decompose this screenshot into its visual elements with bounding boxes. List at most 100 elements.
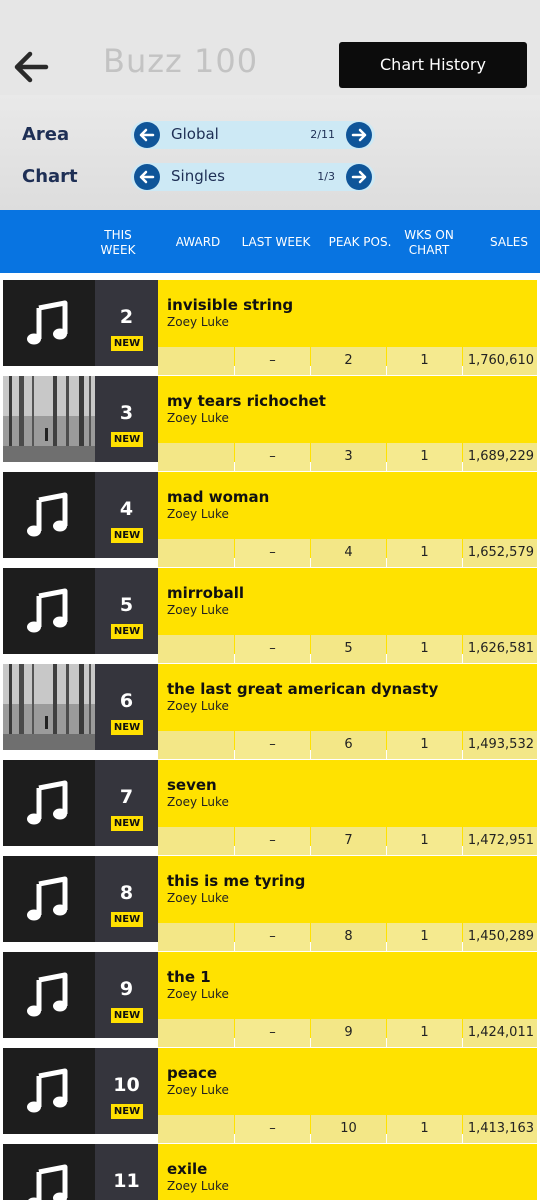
chart-next-button[interactable]	[346, 164, 372, 190]
song-title: exile	[167, 1160, 208, 1178]
rank-number: 4	[119, 498, 134, 520]
col-weeks-on-chart: WKS ON CHART	[396, 228, 462, 258]
rank-number: 8	[119, 882, 134, 904]
album-art[interactable]	[3, 1144, 95, 1200]
back-button[interactable]	[10, 45, 54, 89]
rank-number: 7	[119, 786, 134, 808]
music-note-icon	[27, 492, 68, 537]
award-cell	[158, 827, 234, 855]
arrow-right-icon	[351, 170, 367, 184]
last-week-cell: –	[235, 347, 310, 375]
song-info[interactable]: mirroball Zoey Luke –5 1 1,626,581	[158, 568, 537, 663]
col-last-week: LAST WEEK	[241, 235, 311, 249]
song-artist: Zoey Luke	[167, 315, 229, 329]
chart-row[interactable]: 2 NEW invisible string Zoey Luke –2 1 1,760,61…	[3, 280, 537, 375]
weeks-cell: 1	[387, 731, 462, 759]
album-art[interactable]	[3, 856, 95, 942]
chart-row[interactable]: 8 NEW this is me tyring Zoey Luke –8 1 1,450,2…	[3, 856, 537, 951]
song-info[interactable]: mad woman Zoey Luke –4 1 1,652,579	[158, 472, 537, 567]
album-art[interactable]	[3, 568, 95, 654]
new-badge: NEW	[111, 528, 143, 543]
album-art[interactable]	[3, 1048, 95, 1134]
sales-cell: 1,424,011	[463, 1019, 537, 1047]
peak-cell: 9	[311, 1019, 386, 1047]
sales-cell: 1,493,532	[463, 731, 537, 759]
peak-cell: 10	[311, 1115, 386, 1143]
chart-history-button[interactable]: Chart History	[339, 42, 527, 88]
rank-number: 2	[119, 306, 134, 328]
col-this-week-line2: WEEK	[100, 243, 136, 257]
last-week-cell: –	[235, 635, 310, 663]
new-badge: NEW	[111, 336, 143, 351]
chart-label: Chart	[22, 166, 78, 187]
stats-row: –2 1 1,760,610	[158, 347, 537, 375]
chart-row[interactable]: 4 NEW mad woman Zoey Luke –4 1 1,652,579	[3, 472, 537, 567]
chart-row[interactable]: 9 NEW the 1 Zoey Luke –9 1 1,424,011	[3, 952, 537, 1047]
award-cell	[158, 443, 234, 471]
peak-cell: 2	[311, 347, 386, 375]
area-prev-button[interactable]	[134, 122, 160, 148]
song-artist: Zoey Luke	[167, 603, 229, 617]
new-badge: NEW	[111, 1008, 143, 1023]
col-weeks-line1: WKS ON	[404, 228, 454, 242]
rank-box: 11NEW	[95, 1144, 158, 1200]
chart-row[interactable]: 5 NEW mirroball Zoey Luke –5 1 1,626,581	[3, 568, 537, 663]
music-note-icon	[27, 876, 68, 921]
sales-cell: 1,413,163	[463, 1115, 537, 1143]
chart-row[interactable]: 7 NEW seven Zoey Luke –7 1 1,472,951	[3, 760, 537, 855]
chart-row[interactable]: 3 NEW my tears richochet Zoey Luke –3 1 1,689,…	[3, 376, 537, 471]
music-note-icon	[28, 1164, 68, 1200]
last-week-cell: –	[235, 731, 310, 759]
song-title: the 1	[167, 968, 211, 986]
song-info[interactable]: the last great american dynasty Zoey Luke…	[158, 664, 537, 759]
chart-prev-button[interactable]	[134, 164, 160, 190]
sales-cell: 1,760,610	[463, 347, 537, 375]
album-art[interactable]	[3, 376, 95, 462]
award-cell	[158, 539, 234, 567]
last-week-cell: –	[235, 1115, 310, 1143]
album-art[interactable]	[3, 664, 95, 750]
stats-row: –8 1 1,450,289	[158, 923, 537, 951]
weeks-cell: 1	[387, 923, 462, 951]
album-art[interactable]	[3, 472, 95, 558]
rank-number: 10	[113, 1074, 140, 1096]
rank-number: 11	[113, 1170, 140, 1192]
song-artist: Zoey Luke	[167, 987, 229, 1001]
chart-row[interactable]: 10 NEW peace Zoey Luke –10 1 1,413,163	[3, 1048, 537, 1143]
peak-cell: 6	[311, 731, 386, 759]
song-info[interactable]: seven Zoey Luke –7 1 1,472,951	[158, 760, 537, 855]
chart-count: 1/3	[317, 170, 335, 183]
song-info[interactable]: this is me tyring Zoey Luke –8 1 1,450,289	[158, 856, 537, 951]
song-info[interactable]: exile Zoey Luke	[158, 1144, 537, 1200]
album-art[interactable]	[3, 280, 95, 366]
top-bar: Buzz 100 Chart History	[0, 0, 540, 95]
song-info[interactable]: invisible string Zoey Luke –2 1 1,760,610	[158, 280, 537, 375]
music-note-icon	[27, 780, 68, 825]
rank-box: 6 NEW	[95, 664, 158, 750]
chart-row[interactable]: 6 NEW the last great american dynasty Zoey …	[3, 664, 537, 759]
song-title: my tears richochet	[167, 392, 326, 410]
album-cover-photo	[3, 664, 95, 750]
song-info[interactable]: peace Zoey Luke –10 1 1,413,163	[158, 1048, 537, 1143]
rank-number: 3	[119, 402, 134, 424]
song-title: mirroball	[167, 584, 245, 602]
rank-box: 7 NEW	[95, 760, 158, 846]
song-artist: Zoey Luke	[167, 507, 229, 521]
last-week-cell: –	[235, 539, 310, 567]
song-artist: Zoey Luke	[167, 1179, 229, 1193]
sales-cell: 1,689,229	[463, 443, 537, 471]
award-cell	[158, 1019, 234, 1047]
rank-box: 10 NEW	[95, 1048, 158, 1134]
chart-row[interactable]: 11NEWexileZoey Luke	[3, 1144, 537, 1200]
col-this-week: THIS WEEK	[93, 228, 143, 258]
song-title: invisible string	[167, 296, 294, 314]
album-art[interactable]	[3, 952, 95, 1038]
weeks-cell: 1	[387, 443, 462, 471]
new-badge: NEW	[111, 432, 143, 447]
song-info[interactable]: the 1 Zoey Luke –9 1 1,424,011	[158, 952, 537, 1047]
stats-row: –7 1 1,472,951	[158, 827, 537, 855]
album-art[interactable]	[3, 760, 95, 846]
area-next-button[interactable]	[346, 122, 372, 148]
song-info[interactable]: my tears richochet Zoey Luke –3 1 1,689,229	[158, 376, 537, 471]
peak-cell: 4	[311, 539, 386, 567]
